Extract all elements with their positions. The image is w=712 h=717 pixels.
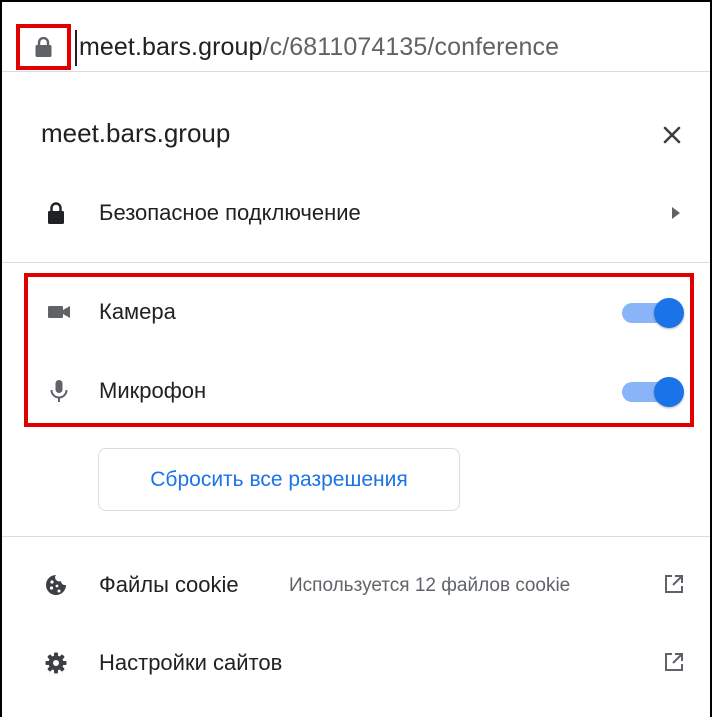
lock-icon [48,202,64,224]
lock-icon [35,37,52,57]
external-link-icon[interactable] [663,573,685,595]
connection-label: Безопасное подключение [99,200,361,225]
cookies-detail: Используется 12 файлов cookie [289,575,571,596]
site-title: meet.bars.group [41,118,231,148]
toggle-knob [654,298,684,328]
divider [2,536,710,537]
gear-icon [45,652,67,674]
url-text[interactable]: meet.bars.group/c/6811074135/conference [79,33,559,62]
url-path: /c/6811074135/conference [262,33,560,61]
url-host: meet.bars.group [79,33,263,61]
cookies-label: Файлы cookie [99,572,239,597]
close-icon[interactable] [655,118,689,152]
address-bar[interactable]: meet.bars.group/c/6811074135/conference [2,2,710,72]
reset-permissions-button[interactable]: Сбросить все разрешения [98,448,460,511]
camera-toggle[interactable] [622,298,684,328]
cookie-icon [46,575,66,595]
site-settings-row[interactable]: Настройки сайтов [2,627,710,701]
connection-info-row[interactable]: Безопасное подключение [2,180,710,246]
site-settings-label: Настройки сайтов [99,650,283,675]
toggle-knob [654,377,684,407]
chevron-right-icon [672,207,680,219]
text-cursor [75,30,77,66]
permission-label: Микрофон [99,378,207,403]
cookies-row[interactable]: Файлы cookie Используется 12 файлов cook… [2,549,710,623]
site-info-button[interactable] [16,24,71,70]
microphone-toggle[interactable] [622,377,684,407]
permission-label: Камера [99,299,176,324]
permission-row-microphone: Микрофон [2,363,710,419]
microphone-icon [50,380,68,402]
divider [2,262,710,263]
permission-row-camera: Камера [2,284,710,340]
external-link-icon[interactable] [663,651,685,673]
camera-icon [48,306,70,318]
